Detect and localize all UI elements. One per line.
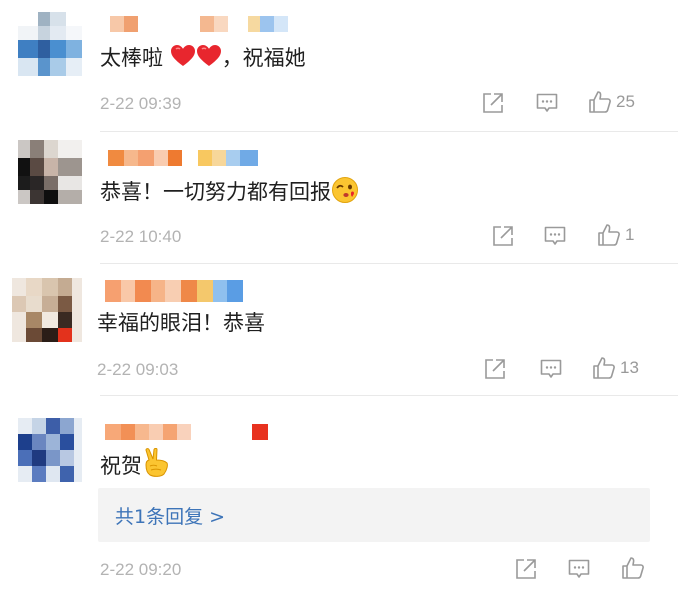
- comment-button[interactable]: [568, 559, 590, 580]
- like-count: 1: [625, 225, 635, 244]
- comment-text: 幸福的眼泪！恭喜: [97, 311, 265, 335]
- avatar[interactable]: [18, 140, 82, 204]
- share-icon: [485, 359, 505, 379]
- avatar[interactable]: [12, 278, 82, 342]
- comment-icon: [540, 359, 562, 378]
- comment-text: 太棒啦 ，祝福她: [100, 44, 306, 75]
- comment-item: 太棒啦 ，祝福她 2-22 09:39 25: [0, 0, 678, 130]
- victory-hand-emoji-icon: [142, 447, 172, 485]
- comment-text-main: 太棒啦: [100, 46, 163, 70]
- view-replies-link[interactable]: 共1条回复 >: [115, 502, 225, 529]
- avatar[interactable]: [18, 12, 82, 76]
- comment-button[interactable]: [544, 226, 566, 247]
- like-icon: [622, 557, 644, 579]
- username[interactable]: [105, 424, 305, 440]
- comment-text: 祝贺: [100, 447, 172, 485]
- comment-item: 祝贺 共1条回复 > 2-22 09:20: [0, 396, 678, 599]
- like-icon: [593, 357, 615, 379]
- share-icon: [493, 226, 513, 246]
- like-icon: [589, 91, 611, 113]
- comment-text-main: 祝贺: [100, 454, 142, 478]
- share-button[interactable]: [515, 558, 537, 580]
- avatar[interactable]: [18, 418, 82, 482]
- comment-button[interactable]: [536, 93, 558, 114]
- like-button[interactable]: 1: [597, 223, 634, 247]
- like-button[interactable]: 25: [588, 90, 635, 114]
- share-icon: [516, 559, 536, 579]
- comment-icon: [568, 559, 590, 578]
- comment-time: 2-22 09:20: [100, 560, 182, 579]
- share-button[interactable]: [492, 225, 514, 247]
- comment-text-suffix: ，祝福她: [221, 46, 306, 70]
- comment-icon: [536, 93, 558, 112]
- share-button[interactable]: [482, 92, 504, 114]
- username[interactable]: [105, 150, 305, 166]
- comment-text: 恭喜！一切努力都有回报: [100, 176, 359, 211]
- like-count: 25: [616, 92, 635, 111]
- username[interactable]: [105, 16, 305, 32]
- like-icon: [598, 224, 620, 246]
- comment-button[interactable]: [540, 359, 562, 380]
- comment-item: 恭喜！一切努力都有回报 2-22 10:40 1: [0, 132, 678, 262]
- share-icon: [483, 93, 503, 113]
- heart-emoji-icon: [196, 44, 222, 75]
- like-count: 13: [620, 358, 639, 377]
- comment-time: 2-22 10:40: [100, 227, 182, 246]
- comment-time: 2-22 09:39: [100, 94, 182, 113]
- like-button[interactable]: 13: [592, 356, 639, 380]
- comment-item: 幸福的眼泪！恭喜 2-22 09:03 13: [0, 264, 678, 394]
- reply-box[interactable]: 共1条回复 >: [98, 488, 650, 542]
- username[interactable]: [105, 280, 305, 302]
- heart-emoji-icon: [170, 44, 196, 75]
- comment-text-main: 恭喜！一切努力都有回报: [100, 180, 331, 204]
- kissing-face-emoji-icon: [331, 176, 359, 211]
- comment-icon: [544, 226, 566, 245]
- share-button[interactable]: [484, 358, 506, 380]
- comment-time: 2-22 09:03: [97, 360, 179, 379]
- like-button[interactable]: [621, 556, 645, 580]
